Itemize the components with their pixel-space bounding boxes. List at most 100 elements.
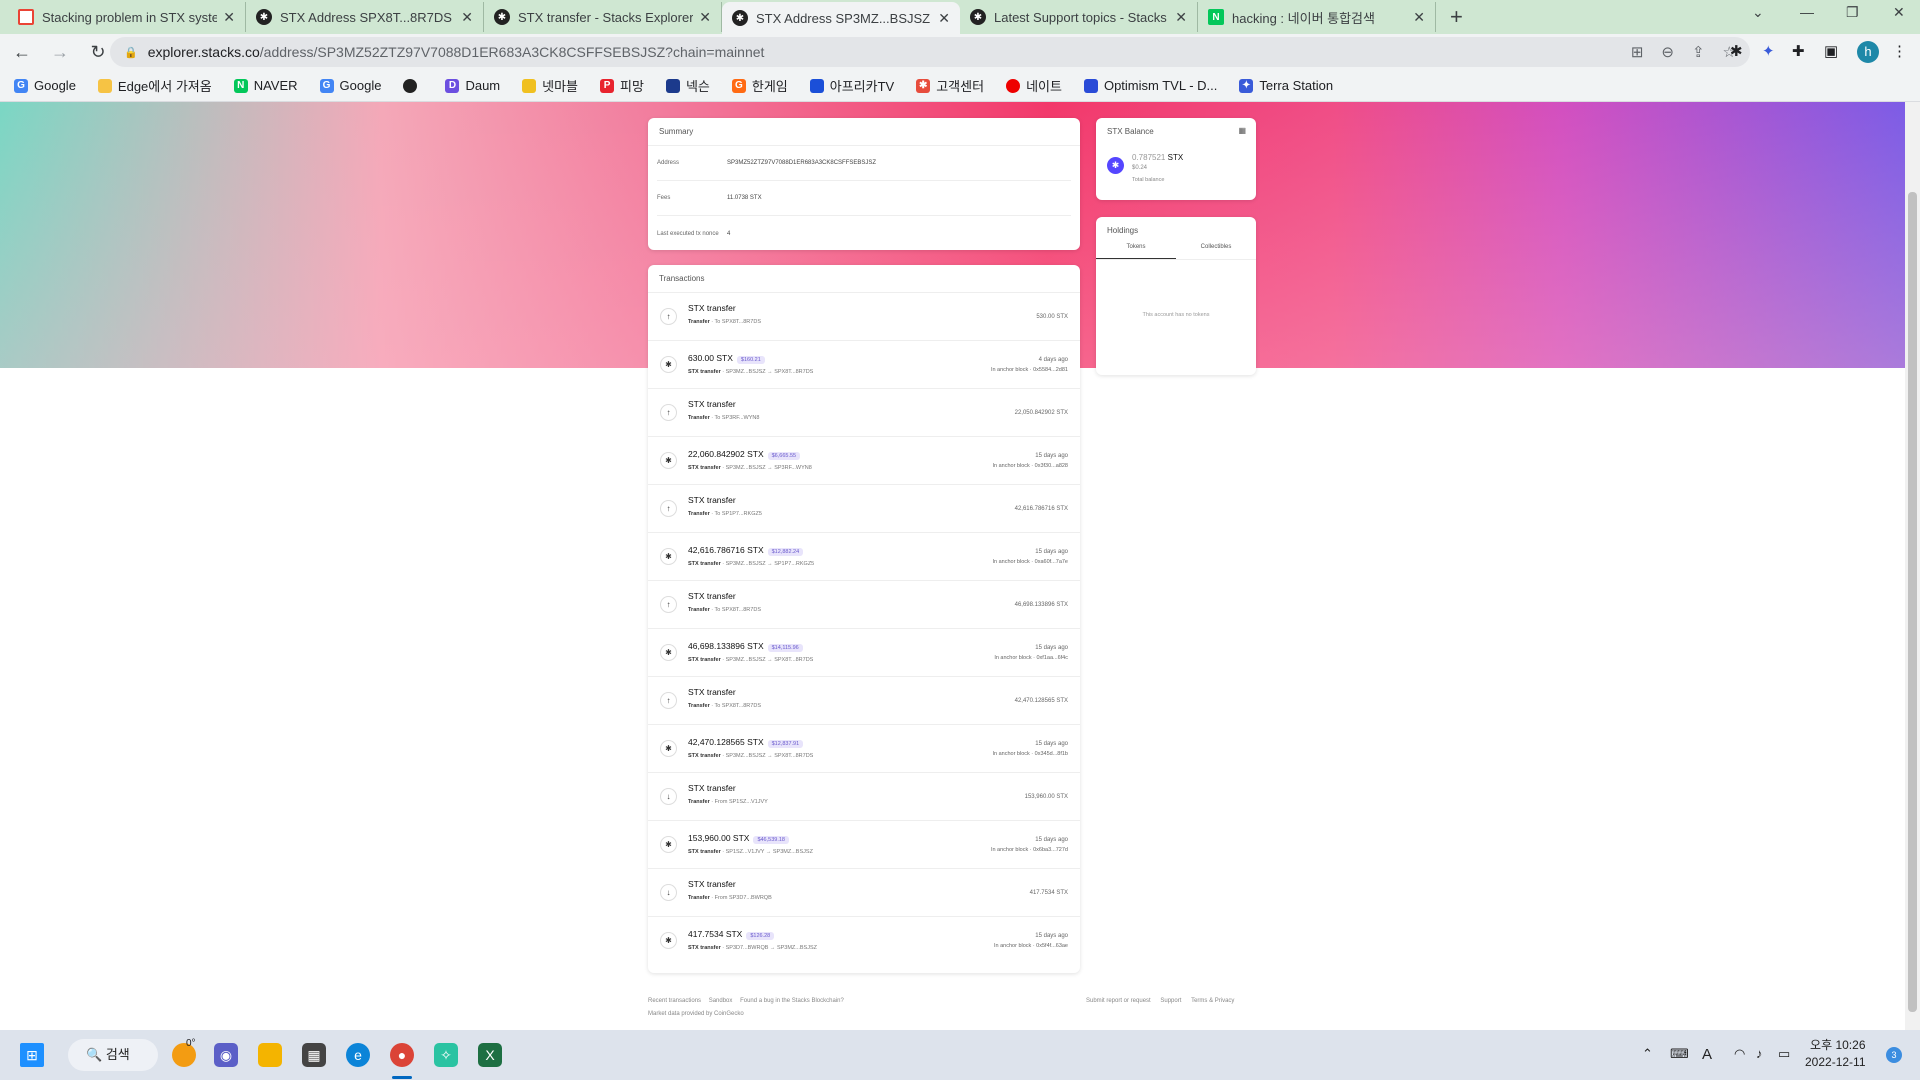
usd-value-badge: $12,882.24 (767, 548, 804, 556)
qr-code-icon[interactable]: ▦ (1238, 126, 1246, 135)
transaction-row[interactable]: ✱ 417.7534 STX $126.28 STX transfer · SP3D7… (648, 917, 1080, 965)
terms-link[interactable]: Terms & Privacy (1191, 998, 1234, 1004)
close-icon[interactable]: ✕ (938, 10, 950, 27)
transaction-row[interactable]: ↓ STX transfer Transfer · From SP1SZ...V1J… (648, 773, 1080, 821)
edge-icon[interactable]: e (346, 1043, 370, 1067)
taskbar-search[interactable]: 🔍 검색 (68, 1039, 158, 1071)
tab-3[interactable]: ✱ STX transfer - Stacks Explorer b ✕ (484, 2, 722, 32)
transaction-row[interactable]: ✱ 630.00 STX $160.21 STX transfer · SP3MZ..… (648, 341, 1080, 389)
transaction-row[interactable]: ↑ STX transfer Transfer · To SPX8T...8R7DS… (648, 581, 1080, 629)
bookmark-daum[interactable]: D Daum (445, 78, 500, 93)
transaction-row[interactable]: ✱ 153,960.00 STX $46,539.18 STX transfer · … (648, 821, 1080, 869)
url-text[interactable]: explorer.stacks.co/address/SP3MZ52ZTZ97V… (148, 44, 765, 60)
tx-block: In anchor block · 0x345d...8f1b (992, 751, 1068, 757)
bookmark-nate[interactable]: 네이트 (1006, 76, 1062, 95)
app-icon[interactable]: ✧ (434, 1043, 458, 1067)
microsoft-store-icon[interactable]: ▦ (302, 1043, 326, 1067)
tab-1[interactable]: Stacking problem in STX system ✕ (8, 2, 246, 32)
notification-badge[interactable]: 3 (1886, 1047, 1902, 1063)
nonce-value: 4 (727, 230, 731, 237)
excel-icon[interactable]: X (478, 1043, 502, 1067)
lock-icon[interactable]: 🔒 (124, 46, 138, 59)
tx-block: In anchor block · 0x5584...2d81 (990, 367, 1068, 373)
side-panel-icon[interactable]: ▣ (1824, 42, 1838, 60)
transaction-row[interactable]: ✱ 42,616.786716 STX $12,882.24 STX transfer… (648, 533, 1080, 581)
close-icon[interactable]: ✕ (699, 9, 711, 26)
wifi-icon[interactable]: ◠ (1734, 1046, 1745, 1062)
bookmark-nexon[interactable]: 넥슨 (665, 76, 710, 95)
stacks-icon: ✱ (660, 836, 677, 853)
windows-taskbar: ⊞ 🔍 검색 0° ◉ ▦ e ● ✧ X ⌃ ⌨ A ◠ ♪ ▭ 오후 10:… (0, 1030, 1920, 1080)
ime-indicator[interactable]: A (1702, 1046, 1712, 1063)
support-link[interactable]: Support (1160, 998, 1181, 1004)
taskbar-clock[interactable]: 오후 10:26 2022-12-11 (1805, 1037, 1866, 1071)
bookmark-globe[interactable] (403, 78, 423, 93)
teams-chat-icon[interactable]: ◉ (214, 1043, 238, 1067)
transaction-row[interactable]: ✱ 42,470.128565 STX $12,837.91 STX transfer… (648, 725, 1080, 773)
transaction-row[interactable]: ✱ 22,060.842902 STX $6,665.55 STX transfer … (648, 437, 1080, 485)
windows-start-icon[interactable]: ⊞ (20, 1043, 44, 1067)
new-tab-button[interactable]: + (1450, 4, 1463, 30)
tab-collectibles[interactable]: Collectibles (1176, 244, 1256, 259)
usd-value-badge: $6,665.55 (767, 452, 801, 460)
tab-tokens[interactable]: Tokens (1096, 244, 1176, 259)
close-icon[interactable]: ✕ (223, 9, 235, 26)
bookmark-afreecatv[interactable]: 아프리카TV (809, 76, 894, 95)
menu-kebab-icon[interactable]: ⋮ (1892, 42, 1907, 60)
close-icon[interactable]: ✕ (1175, 9, 1187, 26)
chrome-icon[interactable]: ● (390, 1043, 414, 1067)
restore-button[interactable]: ❐ (1846, 4, 1859, 21)
tx-time: 15 days ago (1035, 549, 1068, 555)
bookmark-google-2[interactable]: G Google (319, 78, 381, 93)
extensions-puzzle-icon[interactable]: ✚ (1792, 42, 1805, 60)
bookmark-optimism[interactable]: Optimism TVL - D... (1083, 78, 1217, 93)
nate-icon (1006, 78, 1021, 93)
transaction-row[interactable]: ↑ STX transfer Transfer · To SP1P7...RKGZ5… (648, 485, 1080, 533)
transaction-row[interactable]: ↑ STX transfer Transfer · To SPX8T...8R7DS… (648, 293, 1080, 341)
share-icon[interactable]: ⇪ (1692, 43, 1705, 61)
profile-avatar[interactable]: h (1857, 41, 1879, 63)
bookmark-terra-station[interactable]: ✦ Terra Station (1239, 78, 1333, 93)
bookmark-customer-center[interactable]: ✱ 고객센터 (916, 76, 984, 95)
close-icon[interactable]: ✕ (461, 9, 473, 26)
show-hidden-icons-chevron-icon[interactable]: ⌃ (1642, 1046, 1653, 1062)
tab-5[interactable]: ✱ Latest Support topics - Stacks F ✕ (960, 2, 1198, 32)
transaction-row[interactable]: ↓ STX transfer Transfer · From SP3D7...BWR… (648, 869, 1080, 917)
tab-6[interactable]: N hacking : 네이버 통합검색 ✕ (1198, 2, 1436, 32)
transaction-row[interactable]: ↑ STX transfer Transfer · To SPX8T...8R7DS… (648, 677, 1080, 725)
keyboard-icon[interactable]: ⌨ (1670, 1046, 1689, 1062)
bookmark-netmarble[interactable]: 넷마블 (522, 76, 578, 95)
tab-4-active[interactable]: ✱ STX Address SP3MZ...BSJSZ - St ✕ (722, 2, 960, 34)
back-button[interactable]: ← (6, 42, 38, 63)
nonce-label: Last executed tx nonce (657, 230, 719, 237)
minimize-button[interactable]: — (1800, 4, 1814, 20)
bookmark-google[interactable]: G Google (14, 78, 76, 93)
close-icon[interactable]: ✕ (1413, 9, 1425, 26)
zoom-icon[interactable]: ⊖ (1661, 43, 1674, 61)
battery-icon[interactable]: ▭ (1778, 1046, 1790, 1062)
page-scrollbar[interactable] (1905, 102, 1920, 1030)
volume-icon[interactable]: ♪ (1756, 1046, 1763, 1061)
weather-temp: 0° (186, 1038, 196, 1049)
submit-report-link[interactable]: Submit report or request (1086, 998, 1151, 1004)
transaction-row[interactable]: ✱ 46,698.133896 STX $14,115.96 STX transfer… (648, 629, 1080, 677)
tab-search-chevron-icon[interactable]: ⌄ (1752, 4, 1764, 21)
terra-extension-icon[interactable]: ✦ (1762, 42, 1775, 60)
translate-icon[interactable]: ⊞ (1631, 43, 1644, 61)
address-bar[interactable]: 🔒 explorer.stacks.co/address/SP3MZ52ZTZ9… (110, 37, 1750, 67)
sandbox-link[interactable]: Sandbox (709, 998, 733, 1004)
forward-button[interactable]: → (44, 42, 76, 63)
bug-report-link[interactable]: Found a bug in the Stacks Blockchain? (740, 998, 844, 1004)
bookmark-pmang[interactable]: P 피망 (600, 76, 644, 95)
bookmark-hangame[interactable]: G 한게임 (731, 76, 788, 95)
transaction-row[interactable]: ↑ STX transfer Transfer · To SP3RF...WYN8 2… (648, 389, 1080, 437)
scrollbar-thumb[interactable] (1908, 192, 1917, 1012)
tab-2[interactable]: ✱ STX Address SPX8T...8R7DS - St ✕ (246, 2, 484, 32)
bookmark-naver[interactable]: N NAVER (233, 78, 298, 93)
file-explorer-icon[interactable] (258, 1043, 282, 1067)
bookmark-edge-folder[interactable]: Edge에서 가져옴 (97, 76, 212, 95)
close-window-button[interactable]: ✕ (1893, 4, 1905, 21)
stacks-extension-icon[interactable]: ✱ (1730, 42, 1743, 60)
recent-transactions-link[interactable]: Recent transactions (648, 998, 701, 1004)
address-value[interactable]: SP3MZ52ZTZ97V7088D1ER683A3CK8CSFFSEBSJSZ (727, 160, 876, 166)
